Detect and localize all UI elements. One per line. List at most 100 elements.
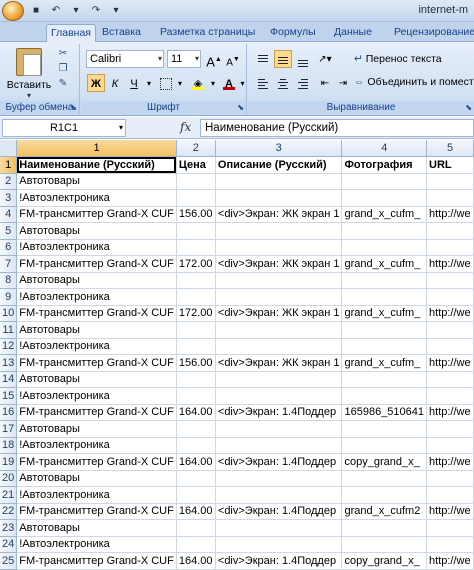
cell[interactable] bbox=[341, 470, 428, 487]
cell[interactable]: <div>Экран: ЖК экран 1 bbox=[215, 255, 343, 273]
format-painter-icon[interactable]: ✎ bbox=[56, 78, 70, 90]
cell[interactable] bbox=[176, 519, 216, 537]
row-header[interactable]: 11 bbox=[0, 321, 18, 339]
orientation-icon[interactable]: ↗▾ bbox=[316, 50, 334, 68]
undo-dropdown-icon[interactable]: ▾ bbox=[68, 3, 84, 18]
cell[interactable] bbox=[215, 536, 343, 553]
row-header[interactable]: 20 bbox=[0, 470, 18, 487]
cell[interactable]: grand_x_cufm_ bbox=[341, 206, 428, 223]
paste-button[interactable]: Вставить ▾ bbox=[4, 46, 54, 100]
cell[interactable] bbox=[215, 371, 343, 388]
row-header[interactable]: 3 bbox=[0, 189, 18, 207]
cell[interactable] bbox=[341, 173, 428, 190]
cell[interactable]: FM-трансмиттер Grand-X CUF bbox=[16, 255, 177, 273]
cell[interactable] bbox=[215, 189, 343, 207]
cell[interactable]: 172.00 bbox=[176, 305, 216, 322]
cell[interactable] bbox=[341, 387, 428, 405]
cell[interactable] bbox=[176, 272, 216, 289]
cell[interactable] bbox=[341, 222, 428, 240]
borders-icon[interactable] bbox=[157, 74, 175, 92]
row-header[interactable]: 25 bbox=[0, 552, 18, 570]
cell[interactable]: FM-трансмиттер Grand-X CUF bbox=[16, 453, 177, 471]
cell[interactable] bbox=[341, 338, 428, 355]
row-header[interactable]: 19 bbox=[0, 453, 18, 471]
cell[interactable] bbox=[426, 189, 474, 207]
tab-insert[interactable]: Вставка bbox=[98, 24, 145, 42]
cell[interactable]: Наименование (Русский) bbox=[16, 156, 177, 174]
cell[interactable]: URL bbox=[426, 156, 474, 174]
cell[interactable]: 165986_510641 bbox=[341, 404, 428, 421]
font-color-dropdown-icon[interactable]: ▾ bbox=[238, 74, 247, 92]
cell[interactable] bbox=[341, 321, 428, 339]
cell[interactable] bbox=[176, 321, 216, 339]
cell[interactable] bbox=[176, 338, 216, 355]
tab-home[interactable]: Главная bbox=[46, 24, 96, 42]
cell[interactable] bbox=[426, 470, 474, 487]
italic-button[interactable]: К bbox=[106, 74, 124, 92]
row-header[interactable]: 6 bbox=[0, 239, 18, 256]
cell[interactable] bbox=[215, 387, 343, 405]
cell[interactable]: http://we bbox=[426, 453, 474, 471]
font-name-select[interactable]: Calibri ▾ bbox=[86, 50, 164, 68]
cell[interactable]: FM-трансмиттер Grand-X CUF bbox=[16, 206, 177, 223]
dialog-launcher-icon[interactable]: ⬊ bbox=[237, 103, 244, 112]
cell[interactable]: <div>Экран: ЖК экран 1 bbox=[215, 206, 343, 223]
cell[interactable] bbox=[426, 321, 474, 339]
cell[interactable]: FM-трансмиттер Grand-X CUF bbox=[16, 404, 177, 421]
row-header[interactable]: 1 bbox=[0, 156, 18, 174]
cell[interactable]: !Автоэлектроника bbox=[16, 338, 177, 355]
cell[interactable]: http://we bbox=[426, 305, 474, 322]
cell[interactable]: !Автоэлектроника bbox=[16, 189, 177, 207]
copy-icon[interactable]: ❐ bbox=[56, 63, 70, 75]
row-header[interactable]: 10 bbox=[0, 305, 18, 322]
cell[interactable] bbox=[215, 486, 343, 504]
font-size-select[interactable]: 11 ▾ bbox=[167, 50, 201, 68]
row-header[interactable]: 16 bbox=[0, 404, 18, 421]
cell[interactable] bbox=[426, 519, 474, 537]
row-header[interactable]: 23 bbox=[0, 519, 18, 537]
cell[interactable]: <div>Экран: 1.4Поддер bbox=[215, 552, 343, 570]
cell[interactable] bbox=[176, 486, 216, 504]
row-header[interactable]: 22 bbox=[0, 503, 18, 520]
cell[interactable]: 164.00 bbox=[176, 552, 216, 570]
cell[interactable]: Автотовары bbox=[16, 371, 177, 388]
cell[interactable]: !Автоэлектроника bbox=[16, 437, 177, 454]
fill-color-dropdown-icon[interactable]: ▾ bbox=[208, 74, 218, 92]
row-header[interactable]: 17 bbox=[0, 420, 18, 438]
cell[interactable] bbox=[341, 486, 428, 504]
cell[interactable]: grand_x_cufm_ bbox=[341, 255, 428, 273]
cell[interactable] bbox=[426, 387, 474, 405]
decrease-indent-icon[interactable]: ⇤ bbox=[316, 74, 334, 92]
cell[interactable] bbox=[426, 272, 474, 289]
cell[interactable]: !Автоэлектроника bbox=[16, 288, 177, 306]
underline-button[interactable]: Ч bbox=[125, 74, 143, 92]
cell[interactable]: FM-трансмиттер Grand-X CUF bbox=[16, 354, 177, 372]
column-header[interactable]: 1 bbox=[16, 140, 177, 157]
row-header[interactable]: 9 bbox=[0, 288, 18, 306]
shrink-font-icon[interactable]: A▼ bbox=[224, 50, 242, 68]
cell[interactable] bbox=[215, 420, 343, 438]
cell[interactable] bbox=[215, 338, 343, 355]
row-header[interactable]: 14 bbox=[0, 371, 18, 388]
cell[interactable]: http://we bbox=[426, 503, 474, 520]
row-header[interactable]: 5 bbox=[0, 222, 18, 240]
wrap-text-button[interactable]: ↵ Перенос текста bbox=[354, 53, 442, 65]
cell[interactable] bbox=[215, 173, 343, 190]
row-header[interactable]: 18 bbox=[0, 437, 18, 454]
cell[interactable] bbox=[426, 288, 474, 306]
column-header[interactable]: 5 bbox=[426, 140, 474, 157]
cell[interactable] bbox=[215, 321, 343, 339]
align-bottom-icon[interactable] bbox=[294, 50, 312, 68]
cell[interactable]: http://we bbox=[426, 354, 474, 372]
dialog-launcher-icon[interactable]: ⬊ bbox=[465, 103, 472, 112]
align-left-icon[interactable] bbox=[254, 74, 272, 92]
cell[interactable]: FM-трансмиттер Grand-X CUF bbox=[16, 503, 177, 520]
row-header[interactable]: 12 bbox=[0, 338, 18, 355]
cell[interactable]: Цена bbox=[176, 156, 216, 174]
cell[interactable] bbox=[176, 387, 216, 405]
cell[interactable]: !Автоэлектроника bbox=[16, 536, 177, 553]
align-right-icon[interactable] bbox=[294, 74, 312, 92]
cell[interactable]: 164.00 bbox=[176, 503, 216, 520]
cell[interactable]: grand_x_cufm2 bbox=[341, 503, 428, 520]
row-header[interactable]: 24 bbox=[0, 536, 18, 553]
